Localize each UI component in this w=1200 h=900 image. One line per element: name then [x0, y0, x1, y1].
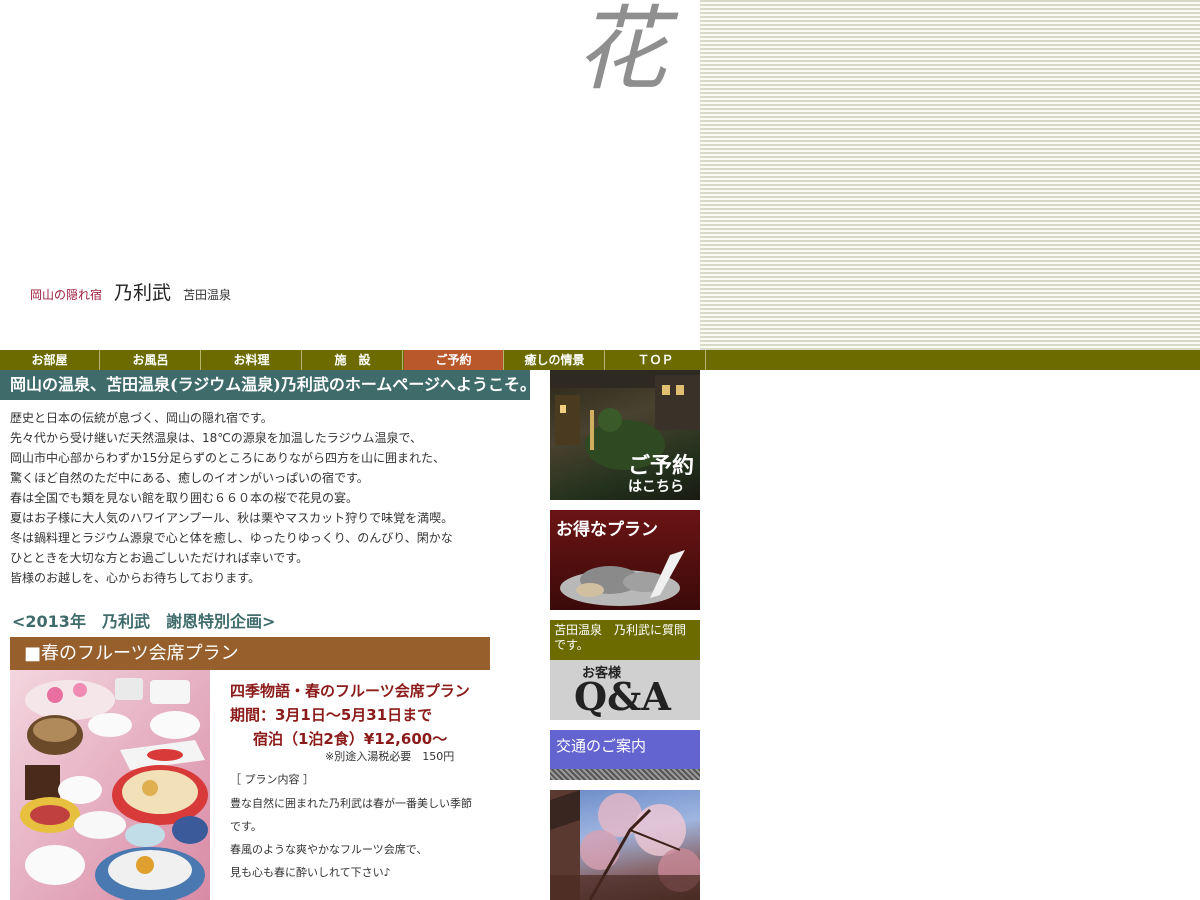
plan-description: 豊な自然に囲まれた乃利武は春が一番美しい季節 です。 春風のような爽やかなフルー…	[230, 792, 472, 884]
plan-price: 宿泊（1泊2食）¥12,600～	[253, 730, 448, 748]
intro-line: 夏はお子様に大人気のハワイアンプール、秋は栗やマスカット狩りで味覚を満喫。	[10, 511, 454, 525]
main-nav: お部屋 お風呂 お料理 施 設 ご予約 癒しの情景 ＴＯＰ	[0, 350, 1200, 370]
deals-banner[interactable]: お得なプラン	[550, 510, 700, 610]
plan-title: 四季物語・春のフルーツ会席プラン	[230, 682, 470, 700]
tagline-hidden-inn: 岡山の隠れ宿	[30, 288, 103, 302]
inn-name: 乃利武	[114, 282, 172, 304]
qa-banner[interactable]: 苫田温泉 乃利武に質問です。 お客様 Q&A	[550, 620, 700, 720]
intro-line: 皆様のお越しを、心からお待ちしております。	[10, 571, 261, 585]
nav-top[interactable]: ＴＯＰ	[606, 350, 706, 370]
reservation-banner[interactable]: ご予約 はこちら	[550, 370, 700, 500]
access-banner-stripe	[550, 769, 700, 780]
plan-desc-line: 見も心も春に酔いしれて下さい♪	[230, 866, 391, 879]
header-stripe-pattern	[700, 0, 1200, 350]
intro-line: 冬は鍋料理とラジウム源泉で心と体を癒し、ゆったりゆっくり、のんびり、閑かな	[10, 531, 453, 545]
header: 花 岡山の隠れ宿 乃利武 苫田温泉	[0, 0, 700, 350]
intro-line: 歴史と日本の伝統が息づく、岡山の隠れ宿です。	[10, 411, 273, 425]
access-banner-title: 交通のご案内	[556, 737, 647, 755]
reservation-banner-sub: はこちら	[628, 479, 684, 495]
site-tagline: 岡山の隠れ宿 乃利武 苫田温泉	[30, 278, 231, 305]
nav-reservation[interactable]: ご予約	[404, 350, 504, 370]
nav-facilities[interactable]: 施 設	[303, 350, 403, 370]
intro-line: 春は全国でも類を見ない館を取り囲む６６０本の桜で花見の宴。	[10, 491, 359, 505]
welcome-heading: 岡山の温泉、苫田温泉(ラジウム温泉)乃利武のホームページへようこそ。	[0, 370, 530, 400]
nav-cuisine[interactable]: お料理	[202, 350, 302, 370]
nav-scenery[interactable]: 癒しの情景	[505, 350, 605, 370]
qa-banner-big: Q&A	[574, 674, 671, 719]
nav-rooms[interactable]: お部屋	[0, 350, 100, 370]
plan-period: 期間：3月1日～5月31日まで	[230, 706, 433, 724]
campaign-title: <2013年 乃利武 謝恩特別企画>	[12, 612, 276, 631]
plan-contents-label: ［ プラン内容 ］	[230, 773, 314, 786]
plan-food-photo	[10, 670, 210, 900]
intro-line: ひとときを大切な方とお過ごしいただければ幸いです。	[10, 551, 309, 565]
flower-kanji-logo: 花	[575, 0, 668, 103]
onsen-name: 苫田温泉	[183, 288, 232, 302]
intro-text: 歴史と日本の伝統が息づく、岡山の隠れ宿です。 先々代から受け継いだ天然温泉は、1…	[10, 408, 530, 588]
qa-banner-top: 苫田温泉 乃利武に質問です。	[550, 620, 700, 660]
plan-desc-line: です。	[230, 820, 262, 833]
intro-line: 先々代から受け継いだ天然温泉は、18℃の源泉を加温したラジウム温泉で、	[10, 431, 423, 445]
plan-desc-line: 春風のような爽やかなフルーツ会席で、	[230, 843, 428, 856]
access-banner[interactable]: 交通のご案内	[550, 730, 700, 780]
intro-line: 驚くほど自然のただ中にある、癒しのイオンがいっぱいの宿です。	[10, 471, 369, 485]
intro-line: 岡山市中心部からわずか15分足らずのところにありながら四方を山に囲まれた、	[10, 451, 446, 465]
plan-tax-note: ※別途入湯税必要 150円	[325, 750, 455, 763]
plan-header: ■春のフルーツ会席プラン	[10, 637, 490, 670]
plan-desc-line: 豊な自然に囲まれた乃利武は春が一番美しい季節	[230, 797, 472, 810]
cherry-blossom-photo[interactable]	[550, 790, 700, 900]
nav-baths[interactable]: お風呂	[101, 350, 201, 370]
